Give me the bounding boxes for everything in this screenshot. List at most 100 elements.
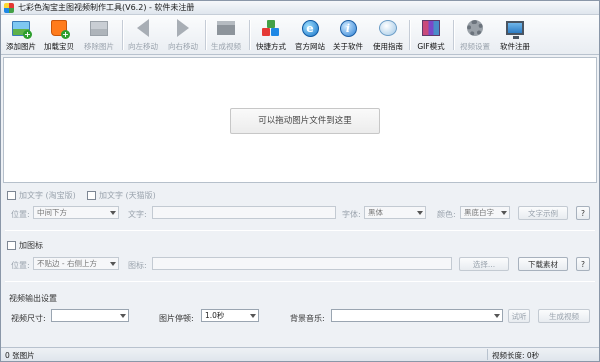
chevron-down-icon <box>110 211 116 215</box>
gif-mode-label: GIF模式 <box>417 42 445 51</box>
logo-label: 加图标 <box>19 241 43 250</box>
register-label: 软件注册 <box>500 42 530 51</box>
toolbar-separator <box>453 20 454 50</box>
output-heading: 视频输出设置 <box>9 294 57 303</box>
text-taobao-checkbox-row[interactable]: 加文字 (淘宝版) <box>7 190 76 201</box>
text-position-label: 位置: <box>11 210 30 219</box>
arrow-right-icon <box>173 18 193 38</box>
taobao-bag-icon: + <box>49 18 70 39</box>
gif-icon <box>421 18 441 38</box>
move-left-label: 向左移动 <box>128 42 158 51</box>
toolbar-separator <box>249 20 250 50</box>
clapperboard-icon <box>216 18 236 38</box>
add-image-button[interactable]: + 添加图片 <box>4 17 38 53</box>
text-taobao-checkbox[interactable] <box>7 191 16 200</box>
select-logo-button[interactable]: 选择... <box>459 257 509 271</box>
text-example-button[interactable]: 文字示例 <box>518 206 568 220</box>
official-site-button[interactable]: e 官方网站 <box>293 17 327 53</box>
logo-checkbox-row[interactable]: 加图标 <box>7 240 43 251</box>
text-tmall-checkbox-row[interactable]: 加文字 (天猫版) <box>87 190 156 201</box>
gif-mode-button[interactable]: GIF模式 <box>414 17 448 53</box>
monitor-icon <box>505 18 525 39</box>
user-guide-button[interactable]: 使用指南 <box>371 17 405 53</box>
download-assets-button[interactable]: 下载素材 <box>518 257 568 271</box>
generate-video-label: 生成视频 <box>211 42 241 51</box>
title-bar: 七彩色淘宝主图视频制作工具(V6.2) - 软件未注册 <box>1 1 599 15</box>
font-select[interactable]: 黑体 <box>364 206 426 219</box>
text-tmall-label: 加文字 (天猫版) <box>99 191 156 200</box>
official-site-label: 官方网站 <box>295 42 325 51</box>
remove-image-button[interactable]: 移除图片 <box>82 17 116 53</box>
background-music-label: 背景音乐: <box>290 314 325 323</box>
status-divider <box>487 349 488 360</box>
toolbar-separator <box>205 20 206 50</box>
move-right-button[interactable]: 向右移动 <box>166 17 200 53</box>
user-guide-label: 使用指南 <box>373 42 403 51</box>
background-music-select[interactable] <box>331 309 503 322</box>
shortcut-button[interactable]: 快捷方式 <box>254 17 288 53</box>
cubes-icon <box>261 18 281 38</box>
text-taobao-label: 加文字 (淘宝版) <box>19 191 76 200</box>
text-position-select[interactable]: 中间下方 <box>33 206 119 219</box>
move-left-button[interactable]: 向左移动 <box>126 17 160 53</box>
preview-music-button[interactable]: 试听 <box>508 309 530 323</box>
drop-hint[interactable]: 可以拖动图片文件到这里 <box>230 108 380 134</box>
register-button[interactable]: 软件注册 <box>498 17 532 53</box>
video-size-label: 视频尺寸: <box>11 314 46 323</box>
toolbar-separator <box>409 20 410 50</box>
load-item-button[interactable]: + 加载宝贝 <box>42 17 76 53</box>
image-drop-area[interactable]: 可以拖动图片文件到这里 <box>3 57 597 183</box>
color-select[interactable]: 黑底白字 <box>460 206 510 219</box>
app-logo-icon <box>4 2 14 13</box>
color-value: 黑底白字 <box>464 208 494 217</box>
ie-globe-icon: e <box>300 18 320 38</box>
logo-position-select[interactable]: 不贴边 - 右侧上方 <box>33 257 119 270</box>
color-label: 颜色: <box>437 210 456 219</box>
chevron-down-icon <box>494 314 500 318</box>
toolbar-separator <box>122 20 123 50</box>
window-title: 七彩色淘宝主图视频制作工具(V6.2) - 软件未注册 <box>18 3 195 12</box>
chevron-down-icon <box>120 314 126 318</box>
remove-image-label: 移除图片 <box>84 42 114 51</box>
text-content-label: 文字: <box>128 210 147 219</box>
info-icon: i <box>338 18 358 38</box>
status-bar: 0 张图片 视频长度: 0秒 <box>1 347 599 361</box>
toolbar: + 添加图片 + 加载宝贝 移除图片 向左移动 向右移动 生成视频 快捷方式 e… <box>1 15 599 55</box>
help-icon <box>378 18 398 38</box>
text-tmall-checkbox[interactable] <box>87 191 96 200</box>
image-duration-select[interactable]: 1.0秒 <box>201 309 259 322</box>
app-window: 七彩色淘宝主图视频制作工具(V6.2) - 软件未注册 + 添加图片 + 加载宝… <box>0 0 600 362</box>
gear-icon <box>465 18 485 38</box>
add-image-icon: + <box>11 18 32 39</box>
text-help-button[interactable]: ? <box>576 206 590 220</box>
logo-position-label: 位置: <box>11 261 30 270</box>
font-label: 字体: <box>342 210 361 219</box>
generate-video-toolbar-button[interactable]: 生成视频 <box>209 17 243 53</box>
logo-icon-label: 图标: <box>128 261 147 270</box>
logo-path-input[interactable] <box>152 257 452 270</box>
chevron-down-icon <box>501 211 507 215</box>
remove-image-icon <box>89 18 109 38</box>
add-image-label: 添加图片 <box>6 42 36 51</box>
logo-checkbox[interactable] <box>7 241 16 250</box>
generate-video-button[interactable]: 生成视频 <box>538 309 590 323</box>
shortcut-label: 快捷方式 <box>256 42 286 51</box>
chevron-down-icon <box>417 211 423 215</box>
image-count: 0 张图片 <box>5 351 35 360</box>
video-size-select[interactable] <box>51 309 129 322</box>
image-duration-label: 图片停顿: <box>159 314 194 323</box>
video-settings-button[interactable]: 视频设置 <box>458 17 492 53</box>
chevron-down-icon <box>110 262 116 266</box>
arrow-left-icon <box>133 18 153 38</box>
about-label: 关于软件 <box>333 42 363 51</box>
text-content-input[interactable] <box>152 206 336 219</box>
load-item-label: 加载宝贝 <box>44 42 74 51</box>
logo-position-value: 不贴边 - 右侧上方 <box>37 259 97 268</box>
image-duration-value: 1.0秒 <box>205 311 225 320</box>
move-right-label: 向右移动 <box>168 42 198 51</box>
logo-help-button[interactable]: ? <box>576 257 590 271</box>
text-position-value: 中间下方 <box>37 208 67 217</box>
font-value: 黑体 <box>368 208 383 217</box>
chevron-down-icon <box>250 314 256 318</box>
about-button[interactable]: i 关于软件 <box>331 17 365 53</box>
